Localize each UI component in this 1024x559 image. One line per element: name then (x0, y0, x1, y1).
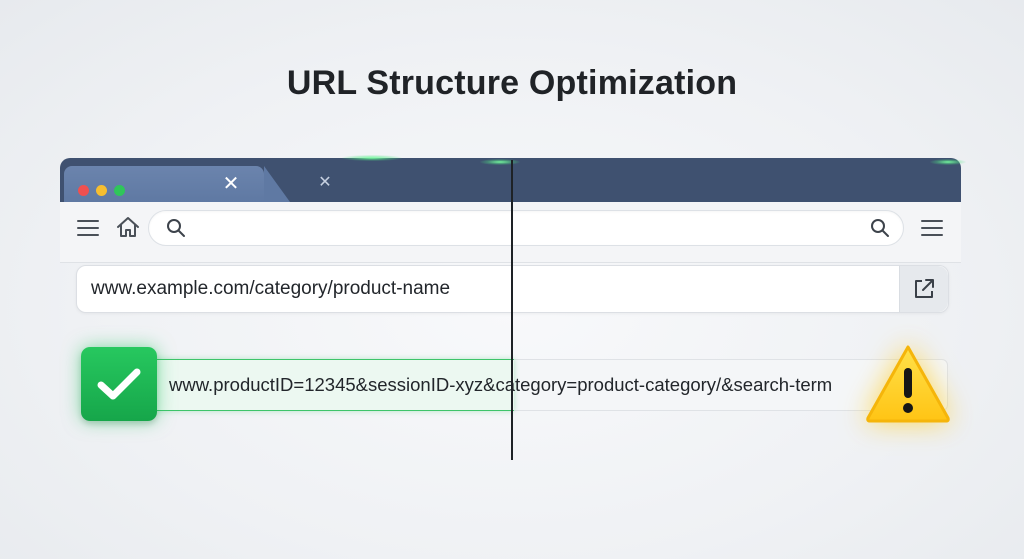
open-external-icon (915, 279, 934, 298)
glow-accent (480, 159, 520, 165)
glow-accent (930, 159, 966, 165)
search-input[interactable] (148, 210, 904, 246)
unoptimized-url-text: www.productID=12345&sessionID-xyz&catego… (169, 374, 833, 395)
comparison-divider (511, 160, 513, 460)
hamburger-menu-icon[interactable] (74, 216, 102, 240)
window-minimize-dot[interactable] (96, 185, 107, 196)
window-maximize-dot[interactable] (114, 185, 125, 196)
unoptimized-url-field[interactable]: www.productID=12345&sessionID-xyz&catego… (148, 359, 948, 411)
glow-accent (342, 155, 402, 161)
tab-close-icon[interactable]: ✕ (317, 175, 333, 191)
checkmark-icon (81, 347, 157, 421)
optimized-url-text: www.example.com/category/product-name (91, 278, 451, 299)
open-external-button[interactable] (899, 266, 948, 312)
home-icon[interactable] (114, 214, 142, 240)
hamburger-menu-icon[interactable] (918, 216, 946, 240)
active-tab[interactable]: ✕ (64, 166, 290, 202)
search-icon[interactable] (869, 217, 891, 239)
search-icon[interactable] (165, 217, 187, 239)
warning-icon (864, 342, 952, 424)
window-close-dot[interactable] (78, 185, 89, 196)
page-title: URL Structure Optimization (286, 64, 738, 102)
tab-close-icon[interactable]: ✕ (221, 174, 241, 194)
